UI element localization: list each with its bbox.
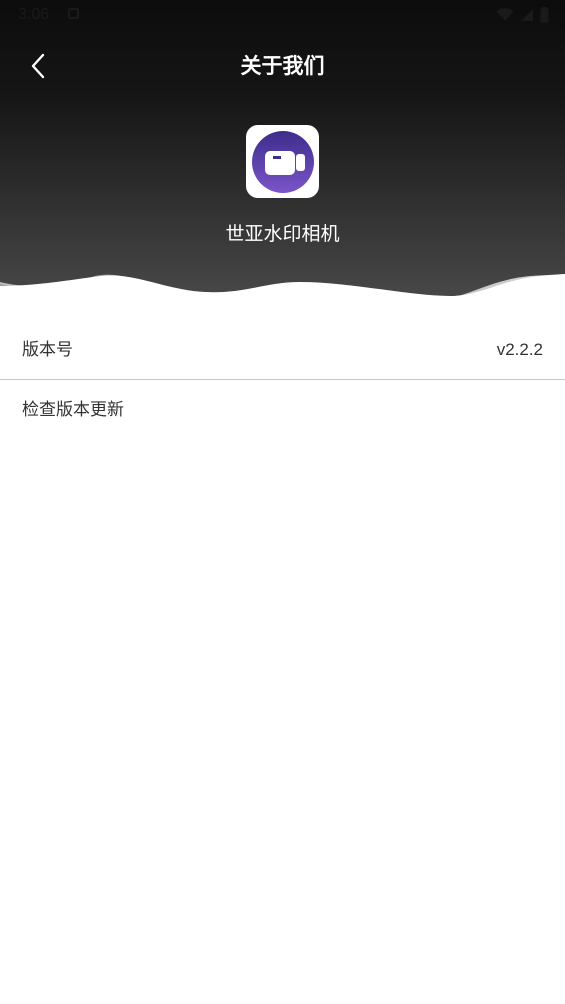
check-update-row[interactable]: 检查版本更新 [0,380,565,440]
wifi-icon [496,8,514,21]
status-time: 3:06 [18,6,50,23]
status-icons [496,6,549,24]
check-update-label: 检查版本更新 [22,400,124,420]
page-title: 关于我们 [240,54,325,78]
version-row: 版本号 v2.2.2 [0,320,565,380]
app-logo [246,125,319,198]
notification-icon [68,8,79,19]
video-camera-icon [251,130,314,193]
status-bar: 3:06 [0,0,565,30]
version-value: v2.2.2 [496,340,543,359]
header-banner: 3:06 关于我们 世亚水印相机 [0,0,565,330]
app-name: 世亚水印相机 [225,223,340,245]
battery-icon [540,7,549,23]
signal-icon [521,9,533,21]
version-label: 版本号 [22,340,73,360]
